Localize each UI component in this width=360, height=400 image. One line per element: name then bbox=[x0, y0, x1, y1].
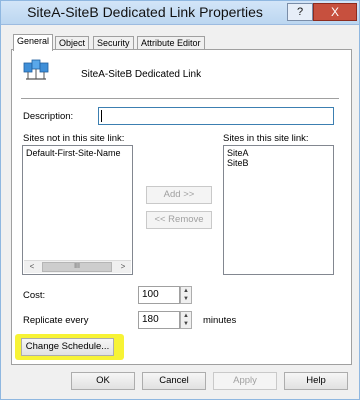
scroll-thumb[interactable]: III bbox=[42, 262, 112, 272]
spin-down-icon[interactable]: ▼ bbox=[181, 320, 191, 328]
text-caret bbox=[101, 110, 102, 122]
window-title: SiteA-SiteB Dedicated Link Properties bbox=[27, 4, 263, 20]
scroll-left-arrow[interactable]: < bbox=[25, 261, 39, 273]
sites-in-link-label: Sites in this site link: bbox=[223, 133, 309, 144]
spin-down-icon[interactable]: ▼ bbox=[181, 295, 191, 303]
horizontal-scrollbar[interactable]: < III > bbox=[24, 260, 131, 273]
tab-attribute-editor[interactable]: Attribute Editor bbox=[137, 36, 205, 50]
sites-not-in-link-list[interactable]: Default-First-Site-Name < III > bbox=[22, 145, 133, 275]
description-label: Description: bbox=[23, 111, 74, 122]
apply-button[interactable]: Apply bbox=[213, 372, 277, 390]
cost-spinner[interactable]: ▲ ▼ bbox=[180, 286, 192, 304]
properties-dialog: SiteA-SiteB Dedicated Link Properties ? … bbox=[0, 0, 360, 400]
site-link-name: SiteA-SiteB Dedicated Link bbox=[81, 69, 202, 80]
list-item[interactable]: Default-First-Site-Name bbox=[26, 148, 129, 158]
close-button[interactable]: X bbox=[313, 3, 357, 21]
sites-not-in-link-label: Sites not in this site link: bbox=[23, 133, 125, 144]
minutes-label: minutes bbox=[203, 315, 237, 326]
scroll-right-arrow[interactable]: > bbox=[116, 261, 130, 273]
cost-label: Cost: bbox=[23, 290, 46, 301]
list-item[interactable]: SiteA bbox=[227, 148, 330, 158]
help-button[interactable]: Help bbox=[284, 372, 348, 390]
cost-field[interactable]: 100 bbox=[138, 286, 180, 304]
cancel-button[interactable]: Cancel bbox=[142, 372, 206, 390]
list-item[interactable]: SiteB bbox=[227, 158, 330, 168]
description-field[interactable] bbox=[98, 107, 334, 125]
spin-up-icon[interactable]: ▲ bbox=[181, 287, 191, 295]
ok-button[interactable]: OK bbox=[71, 372, 135, 390]
site-link-icon bbox=[23, 59, 49, 80]
replicate-label: Replicate every bbox=[23, 315, 89, 326]
spin-up-icon[interactable]: ▲ bbox=[181, 312, 191, 320]
tab-object[interactable]: Object bbox=[55, 36, 90, 50]
change-schedule-button[interactable]: Change Schedule... bbox=[21, 338, 114, 356]
add-button[interactable]: Add >> bbox=[146, 186, 212, 204]
title-bar[interactable]: SiteA-SiteB Dedicated Link Properties ? … bbox=[1, 1, 359, 25]
remove-button[interactable]: << Remove bbox=[146, 211, 212, 229]
replicate-spinner[interactable]: ▲ ▼ bbox=[180, 311, 192, 329]
help-title-button[interactable]: ? bbox=[287, 3, 313, 21]
tab-general[interactable]: General bbox=[13, 34, 54, 51]
tab-security[interactable]: Security bbox=[93, 36, 134, 50]
sites-in-link-list[interactable]: SiteA SiteB bbox=[223, 145, 334, 275]
replicate-field[interactable]: 180 bbox=[138, 311, 180, 329]
divider bbox=[21, 98, 339, 99]
